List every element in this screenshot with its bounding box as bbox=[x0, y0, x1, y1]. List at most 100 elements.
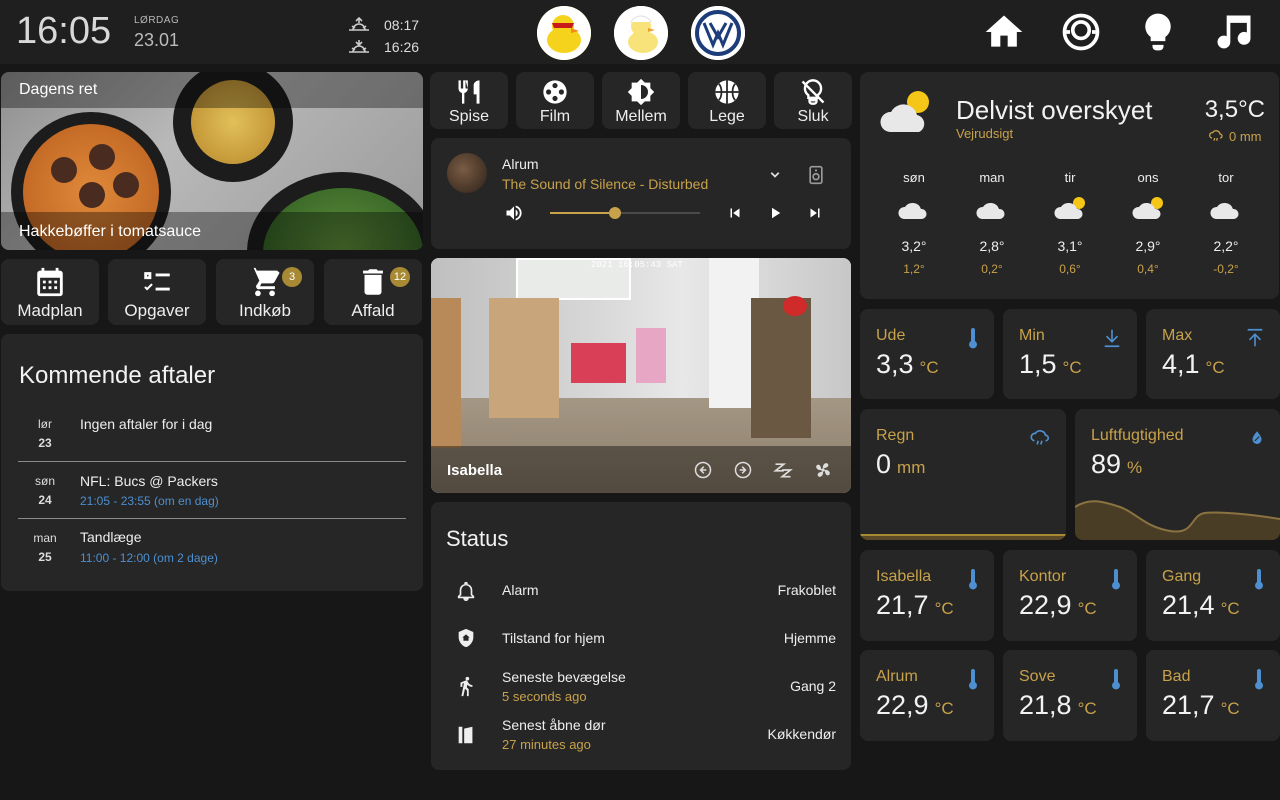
volume-icon[interactable] bbox=[504, 203, 524, 223]
cloudy-icon bbox=[976, 202, 1005, 219]
agenda-event-1[interactable]: Ingen aftaler for i dag bbox=[80, 416, 212, 432]
tile-fugt[interactable]: Luftfugtighed 89% bbox=[1075, 409, 1280, 540]
previous-icon[interactable] bbox=[726, 204, 744, 222]
food-dish: Hakkebøffer i tomatsauce bbox=[19, 223, 202, 240]
tile-min[interactable]: Min 1,5 °C bbox=[1003, 309, 1137, 399]
status-title: Status bbox=[446, 526, 509, 551]
play-icon[interactable] bbox=[766, 204, 784, 222]
divider bbox=[18, 461, 406, 462]
affald-label: Affald bbox=[351, 301, 395, 320]
camera-feed-isabella[interactable]: 2021 16:05:43 SAT Isabella bbox=[431, 258, 851, 493]
sunrise-icon bbox=[349, 16, 369, 31]
tile-min-value: 1,5 °C bbox=[1019, 349, 1082, 379]
volume-fill bbox=[550, 212, 615, 214]
sunset-time: 16:26 bbox=[384, 39, 420, 55]
pan-right-icon[interactable] bbox=[733, 460, 753, 480]
tile-room-alrum[interactable]: Alrum 22,9 °C bbox=[860, 650, 994, 741]
agenda-event-3-time: 11:00 - 12:00 (om 2 dage) bbox=[80, 551, 218, 565]
forecast-low: -0,2° bbox=[1213, 262, 1239, 276]
thermometer-icon bbox=[1112, 569, 1120, 590]
next-icon[interactable] bbox=[806, 204, 824, 222]
tile-ude[interactable]: Ude 3,3 °C bbox=[860, 309, 994, 399]
tile-fugt-label: Luftfugtighed bbox=[1091, 427, 1184, 444]
ball-icon bbox=[715, 80, 739, 104]
status-alarm-value[interactable]: Frakoblet bbox=[778, 582, 836, 598]
clock: 16:05 bbox=[16, 10, 112, 52]
chevron-down-icon[interactable] bbox=[766, 166, 784, 184]
rain-cloud-icon bbox=[1030, 429, 1050, 445]
music-icon[interactable] bbox=[1212, 10, 1256, 54]
forecast-high: 2,2° bbox=[1213, 238, 1239, 254]
robot-vacuum-icon[interactable] bbox=[1059, 10, 1103, 54]
status-motion-value[interactable]: Gang 2 bbox=[790, 678, 836, 694]
forecast-day-tir: tir 3,1° 0,6° bbox=[1040, 170, 1100, 276]
speaker-icon[interactable] bbox=[806, 164, 826, 186]
tile-regn-value: 0 mm bbox=[876, 449, 926, 479]
sleep-mode-icon[interactable] bbox=[773, 460, 793, 480]
volume-knob[interactable] bbox=[608, 207, 621, 219]
affald-button[interactable]: 12 Affald bbox=[324, 259, 422, 325]
avatar-vw[interactable] bbox=[691, 6, 745, 60]
food-label: Dagens ret bbox=[19, 81, 98, 98]
media-player-card bbox=[431, 138, 851, 249]
agenda-day-3: man 25 bbox=[33, 531, 57, 564]
status-alarm-label: Alarm bbox=[502, 582, 539, 598]
indkob-button[interactable]: 3 Indkøb bbox=[216, 259, 314, 325]
forecast-day-name: man bbox=[979, 170, 1005, 185]
tile-regn-label: Regn bbox=[876, 427, 915, 444]
tile-max[interactable]: Max 4,1 °C bbox=[1146, 309, 1280, 399]
water-drop-icon bbox=[1252, 431, 1262, 444]
tile-room-bad[interactable]: Bad 21,7 °C bbox=[1146, 650, 1280, 741]
weather-condition: Delvist overskyet bbox=[956, 95, 1153, 125]
cart-icon bbox=[249, 267, 280, 297]
scene-film-label: Film bbox=[539, 108, 571, 125]
avatar-duck-2[interactable] bbox=[614, 6, 668, 60]
forecast-day-man: man 2,8° 0,2° bbox=[962, 170, 1022, 276]
status-door-value[interactable]: Køkkendør bbox=[768, 726, 836, 742]
tile-room-isabella[interactable]: Isabella 21,7 °C bbox=[860, 550, 994, 641]
tile-room-gang[interactable]: Gang 21,4 °C bbox=[1146, 550, 1280, 641]
status-door-label: Senest åbne dør bbox=[502, 717, 606, 733]
volume-slider[interactable] bbox=[550, 207, 700, 219]
scene-mellem-button[interactable]: Mellem bbox=[602, 72, 680, 129]
easel bbox=[751, 298, 811, 438]
madplan-button[interactable]: Madplan bbox=[1, 259, 99, 325]
scene-film-button[interactable]: Film bbox=[516, 72, 594, 129]
opgaver-label: Opgaver bbox=[124, 301, 190, 320]
opgaver-button[interactable]: Opgaver bbox=[108, 259, 206, 325]
scene-lege-button[interactable]: Lege bbox=[688, 72, 766, 129]
calendar-icon bbox=[37, 267, 63, 297]
cloudy-icon bbox=[1210, 202, 1239, 219]
scene-sluk-button[interactable]: Sluk bbox=[774, 72, 852, 129]
food-card[interactable]: Dagens ret Hakkebøffer i tomatsauce bbox=[1, 72, 423, 250]
tile-room-kontor[interactable]: Kontor 22,9 °C bbox=[1003, 550, 1137, 641]
tile-fugt-value: 89% bbox=[1091, 449, 1143, 479]
sunset-icon bbox=[349, 40, 369, 53]
partly-cloudy-icon bbox=[880, 91, 929, 132]
fan-icon[interactable] bbox=[813, 460, 833, 480]
avatar-duck-1[interactable] bbox=[537, 6, 591, 60]
agenda-event-2-time: 21:05 - 23:55 (om en dag) bbox=[80, 494, 219, 508]
lightbulb-icon[interactable] bbox=[1136, 10, 1180, 54]
date: 23.01 bbox=[134, 30, 180, 50]
agenda-event-2[interactable]: NFL: Bucs @ Packers bbox=[80, 473, 218, 489]
film-icon bbox=[543, 80, 567, 104]
tile-room-label: Bad bbox=[1162, 668, 1191, 685]
tile-room-label: Sove bbox=[1019, 668, 1056, 685]
status-home-value[interactable]: Hjemme bbox=[784, 630, 836, 646]
thermometer-icon bbox=[1112, 669, 1120, 690]
lightbulb-off-icon bbox=[801, 79, 825, 105]
home-icon[interactable] bbox=[982, 10, 1026, 54]
agenda-event-3[interactable]: Tandlæge bbox=[80, 529, 142, 545]
scene-spise-button[interactable]: Spise bbox=[430, 72, 508, 129]
pan-left-icon[interactable] bbox=[693, 460, 713, 480]
forecast-low: 1,2° bbox=[903, 262, 925, 276]
tile-room-label: Isabella bbox=[876, 568, 932, 585]
tile-regn[interactable]: Regn 0 mm bbox=[860, 409, 1066, 540]
forecast-high: 3,2° bbox=[901, 238, 927, 254]
tile-ude-label: Ude bbox=[876, 327, 906, 344]
agenda-day-2: søn 24 bbox=[34, 474, 55, 507]
forecast-day-name: søn bbox=[903, 170, 925, 185]
tile-room-sove[interactable]: Sove 21,8 °C bbox=[1003, 650, 1137, 741]
door-icon bbox=[458, 726, 473, 744]
